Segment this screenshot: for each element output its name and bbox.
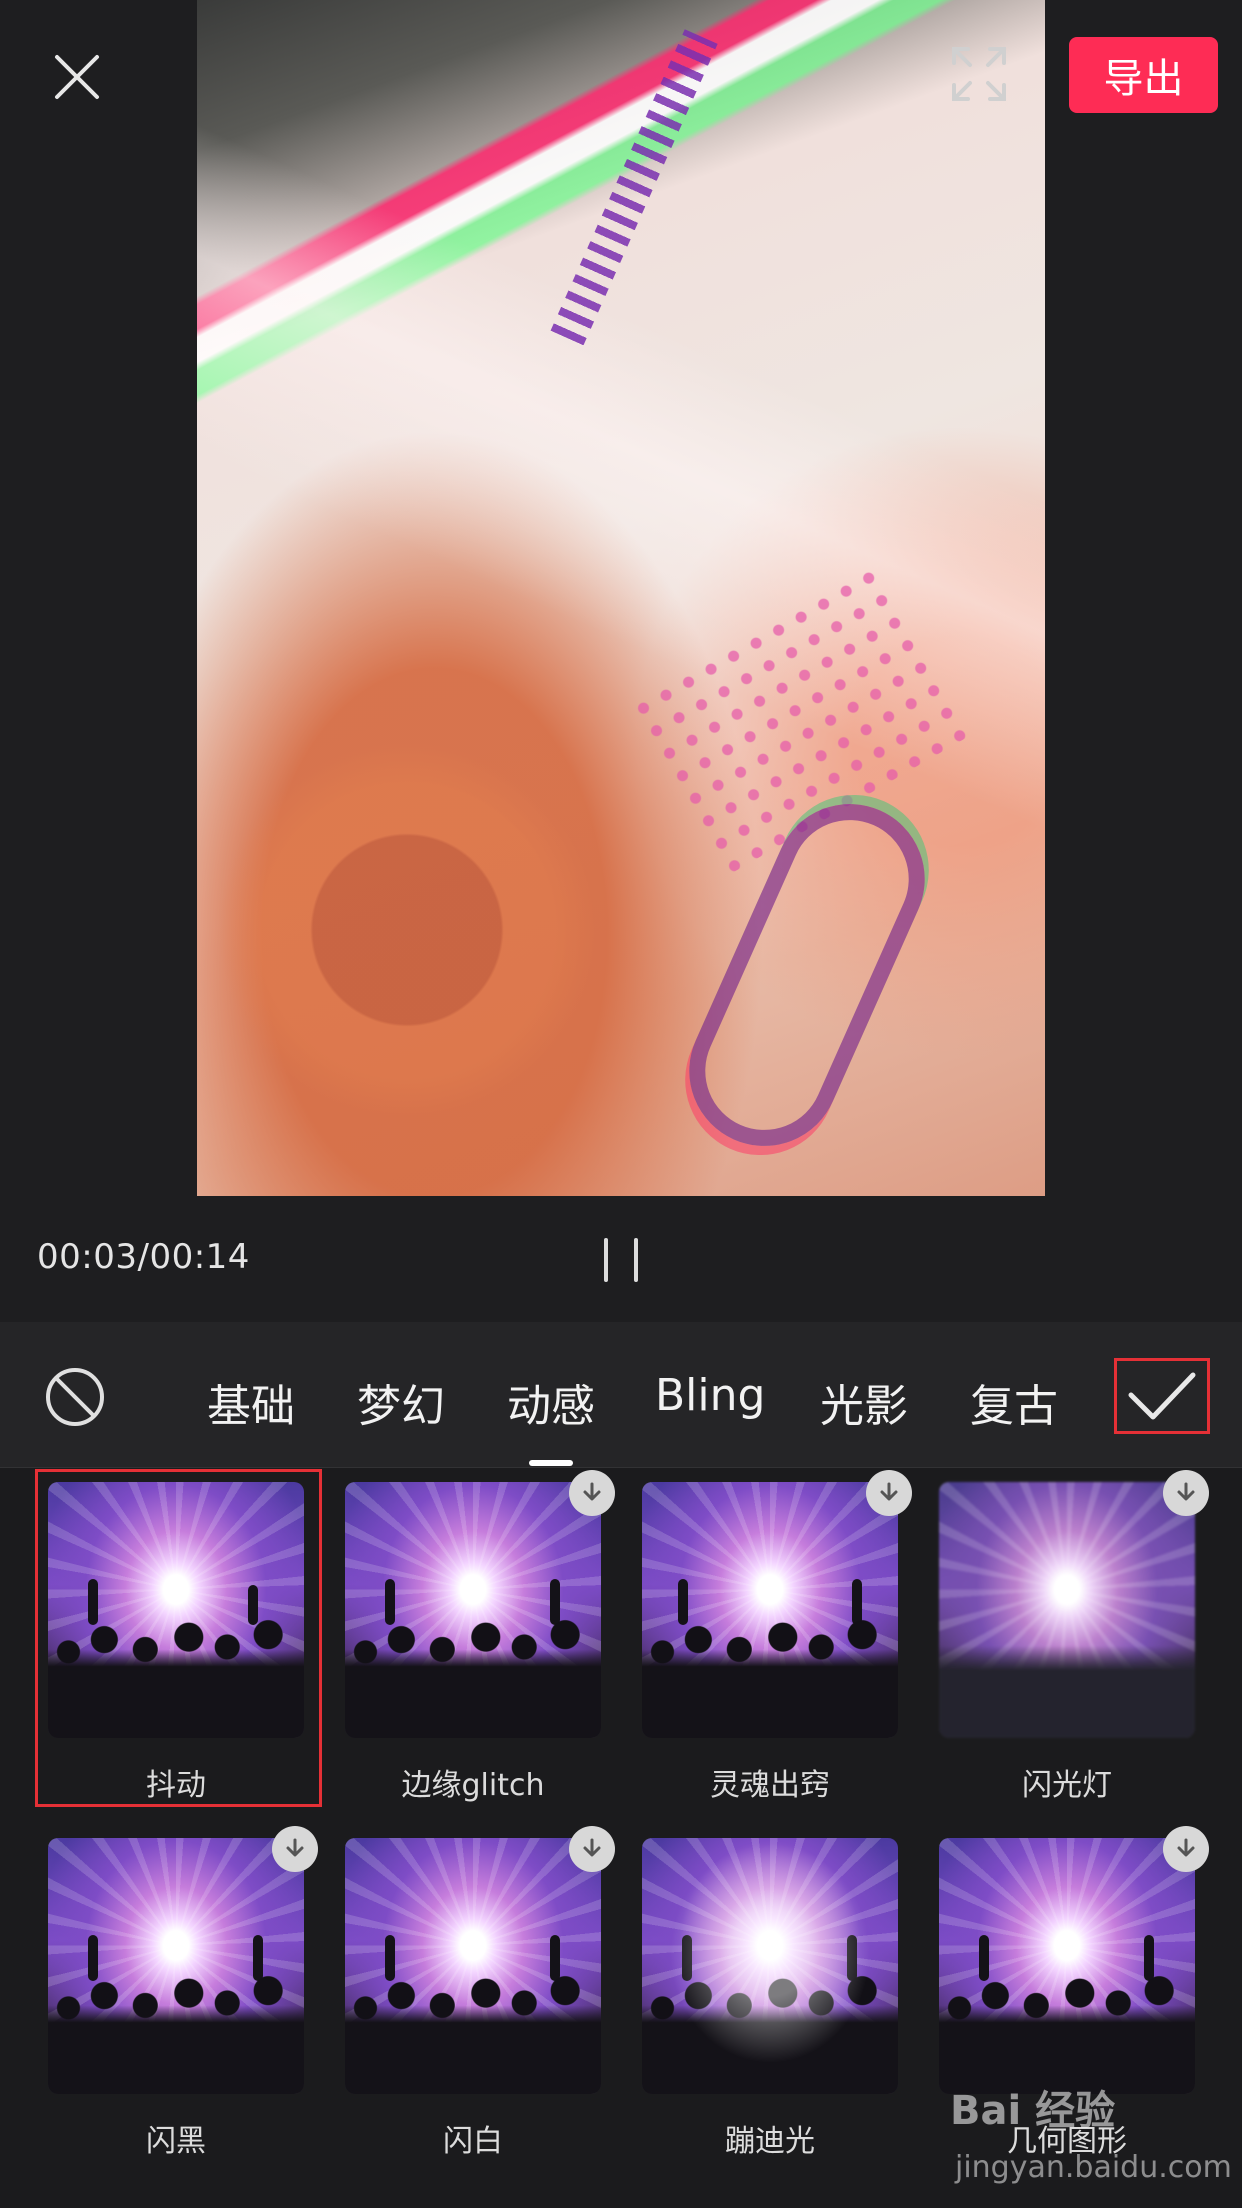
fullscreen-icon	[952, 47, 1006, 101]
close-icon	[55, 55, 99, 99]
thumbnail-crowd	[48, 1971, 304, 2094]
download-button[interactable]	[1163, 1470, 1209, 1516]
effect-label: 抖动	[146, 1768, 206, 1803]
fullscreen-button[interactable]	[950, 45, 1008, 103]
selected-thumbnail-border	[48, 1482, 304, 1738]
playback-time: 00:03/00:14	[37, 1237, 250, 1277]
video-preview-area: 导出 00:03/00:14	[0, 0, 1242, 1322]
effect-item-shake[interactable]: 抖动	[48, 1482, 304, 1804]
download-arrow-icon	[286, 1838, 304, 1857]
effect-thumbnail	[642, 1838, 898, 2094]
effect-item-disco-light[interactable]: 蹦迪光	[642, 1838, 898, 2160]
effect-item-flash-white[interactable]: 闪白	[345, 1826, 615, 2160]
download-arrow-icon	[1177, 1838, 1195, 1857]
tab-dreamy[interactable]: 梦幻	[357, 1370, 445, 1434]
download-button[interactable]	[1163, 1826, 1209, 1872]
effect-label: 闪光灯	[1022, 1768, 1112, 1803]
thumbnail-crowd	[345, 1971, 601, 2094]
confirm-button[interactable]	[1114, 1358, 1210, 1434]
tab-light-shadow[interactable]: 光影	[820, 1370, 908, 1434]
effect-thumbnail	[48, 1838, 304, 2094]
checkmark-icon	[1128, 1372, 1196, 1420]
effect-item-edge-glitch[interactable]: 边缘glitch	[345, 1470, 615, 1804]
pause-button[interactable]	[600, 1238, 644, 1282]
pause-icon-bar	[634, 1238, 638, 1282]
effect-label: 灵魂出窍	[710, 1768, 830, 1803]
download-button[interactable]	[866, 1470, 912, 1516]
watermark-brand: Bai 经验	[950, 2088, 1116, 2134]
effect-thumbnail	[48, 1482, 304, 1738]
export-button[interactable]: 导出	[1069, 37, 1218, 113]
effect-editor-screen: 导出 00:03/00:14 基础 梦幻 动感 Bling 光影 复古 抖动 边…	[0, 0, 1242, 2208]
download-button[interactable]	[569, 1826, 615, 1872]
download-arrow-icon	[1177, 1482, 1195, 1501]
no-effect-button[interactable]	[44, 1366, 106, 1428]
effect-item-strobe[interactable]: 闪光灯	[939, 1470, 1209, 1804]
effect-thumbnail	[345, 1482, 601, 1738]
tab-retro[interactable]: 复古	[970, 1370, 1058, 1434]
download-arrow-icon	[880, 1482, 898, 1501]
video-frame[interactable]	[197, 0, 1045, 1196]
video-content-serial	[550, 29, 718, 346]
watermark-url: jingyan.baidu.com	[955, 2150, 1232, 2185]
thumbnail-crowd	[642, 1615, 898, 1738]
video-content-flower	[217, 740, 597, 1120]
effect-thumbnail	[345, 1838, 601, 2094]
tab-dynamic[interactable]: 动感	[507, 1370, 595, 1434]
effect-thumbnail	[939, 1482, 1195, 1738]
thumbnail-crowd	[345, 1615, 601, 1738]
thumbnail-crowd	[939, 1971, 1195, 2094]
thumbnail-crowd	[939, 1615, 1195, 1738]
thumbnail-hand	[847, 1935, 857, 1982]
effect-label: 闪黑	[146, 2124, 206, 2159]
effect-item-soul-out[interactable]: 灵魂出窍	[642, 1470, 912, 1804]
effect-thumbnail	[939, 1838, 1195, 2094]
tab-basic[interactable]: 基础	[207, 1370, 295, 1434]
tab-bling[interactable]: Bling	[655, 1370, 765, 1421]
effects-panel: 基础 梦幻 动感 Bling 光影 复古 抖动 边缘glitch 灵魂出窍 闪光…	[0, 1322, 1242, 2208]
effect-thumbnail	[642, 1482, 898, 1738]
download-button[interactable]	[272, 1826, 318, 1872]
download-button[interactable]	[569, 1470, 615, 1516]
close-button[interactable]	[40, 40, 114, 114]
thumbnail-hand	[682, 1935, 692, 1982]
thumbnail-crowd	[642, 1971, 898, 2094]
download-arrow-icon	[583, 1482, 601, 1501]
effect-label: 蹦迪光	[725, 2124, 815, 2159]
effect-label: 闪白	[443, 2124, 503, 2159]
effect-label: 边缘glitch	[401, 1768, 545, 1803]
effect-category-tabs: 基础 梦幻 动感 Bling 光影 复古	[0, 1322, 1242, 1468]
effect-item-flash-black[interactable]: 闪黑	[48, 1826, 318, 2160]
download-arrow-icon	[583, 1838, 601, 1857]
no-effect-icon	[46, 1368, 104, 1426]
pause-icon	[604, 1238, 608, 1282]
